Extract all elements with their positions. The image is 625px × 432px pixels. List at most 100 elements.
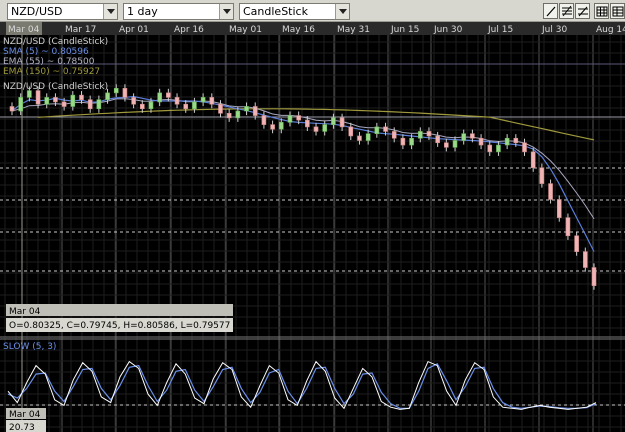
chart-canvas[interactable]: Mar 04 Mar 17 Apr 01 Apr 16 May 01 May 16 May … [0,22,625,432]
candle-body [435,135,440,144]
candle-body [79,94,84,100]
candle-body [252,106,258,116]
candle-body [296,115,301,121]
candle-body [96,99,102,110]
symbol-select[interactable]: NZD/USD [7,3,118,20]
candle-body [9,106,15,112]
candle-body [522,142,527,153]
candle-body [357,135,362,141]
candle-body [339,117,345,128]
candle-body [539,167,545,184]
candle-body [513,137,519,144]
candle-body [409,137,414,146]
ohlc-values: O=0.80325, C=0.79745, H=0.80586, L=0.795… [9,321,230,331]
channel-icon [578,6,588,17]
chart-area[interactable]: Mar 04 Mar 17 Apr 01 Apr 16 May 01 May 16 May … [0,22,625,432]
ema55-legend: EMA (55) ~ 0.78500 [3,57,95,67]
osc-cursor-date: Mar 04 [9,410,41,420]
candle-body [305,119,310,128]
candle-body [461,133,467,141]
candle-body [113,88,119,94]
chart-type-value: CandleStick [243,5,308,18]
candle-body [218,103,223,114]
date-axis-label: Jul 15 [487,25,513,35]
date-axis-label: Apr 16 [174,25,204,35]
candle-body [209,97,215,105]
date-axis-label: Aug 14 [596,25,625,35]
cursor-date: Mar 04 [9,307,41,317]
channel-button[interactable] [575,3,590,19]
candle-body [226,112,232,119]
candle-body [53,97,58,103]
candle-body [139,103,145,110]
date-axis-label: May 16 [282,25,315,35]
draw-line-icon [546,6,556,17]
candle-body [548,183,553,200]
grid-icon [596,6,608,17]
chevron-down-icon[interactable] [335,4,349,19]
chevron-down-icon[interactable] [103,4,117,19]
date-axis-label: Apr 01 [119,25,149,35]
price-panel-title: NZD/USD (CandleStick) [3,37,108,47]
date-axis-label: Mar 17 [65,25,96,35]
candle-body [87,99,93,110]
candle-body [131,97,136,105]
candle-body [200,97,206,103]
candle-body [530,151,536,169]
candle-body [44,97,50,105]
candle-body [148,101,154,110]
candle-body [18,97,23,112]
fibonacci-button[interactable] [559,3,574,19]
candle-body [270,124,275,130]
oscillator-title: SLOW (5, 3) [3,342,56,352]
candle-body [487,144,493,153]
price-panel-inner-title: NZD/USD (CandleStick) [3,82,108,92]
candle-body [365,133,371,141]
candle-body [35,90,41,105]
candle-body [583,251,588,268]
candle-body [565,217,571,237]
candle-body [183,103,189,110]
candle-body [426,131,432,137]
candle-body [348,126,354,137]
sma-legend: SMA (5) ~ 0.80596 [3,47,89,57]
symbol-value: NZD/USD [11,5,63,18]
candle-body [417,131,423,139]
candle-body [444,142,449,148]
candle-body [400,137,406,146]
ema150-legend: EMA (150) ~ 0.75927 [3,67,100,77]
candle-body [478,137,484,146]
osc-value: 20.73 [9,423,35,432]
candle-body [261,115,267,125]
period-select[interactable]: 1 day [123,3,234,20]
candle-body [70,94,76,107]
candle-body [122,88,128,98]
date-axis-label: Jun 30 [433,25,463,35]
candle-body [322,124,328,132]
candle-body [287,115,293,123]
chevron-down-icon[interactable] [219,4,233,19]
candle-body [452,140,458,148]
date-axis-label: Jul 30 [541,25,567,35]
candle-body [166,92,171,98]
table-button[interactable] [610,3,625,19]
table-icon [612,6,624,17]
candle-body [470,133,475,139]
candle-body [61,101,67,107]
grid-button[interactable] [594,3,609,19]
candle-body [591,267,597,286]
candle-body [574,235,579,252]
candle-body [278,122,284,130]
date-axis-label: Jun 15 [390,25,419,35]
candle-body [391,131,397,139]
chart-type-select[interactable]: CandleStick [239,3,350,20]
date-axis-label: May 01 [229,25,262,35]
candle-body [157,92,162,103]
candle-body [192,101,197,110]
fibonacci-icon [562,5,572,17]
candle-body [313,126,319,132]
date-axis-label: Mar 04 [8,25,40,35]
candle-body [383,126,388,132]
candle-body [496,144,501,153]
draw-line-button[interactable] [543,3,558,19]
